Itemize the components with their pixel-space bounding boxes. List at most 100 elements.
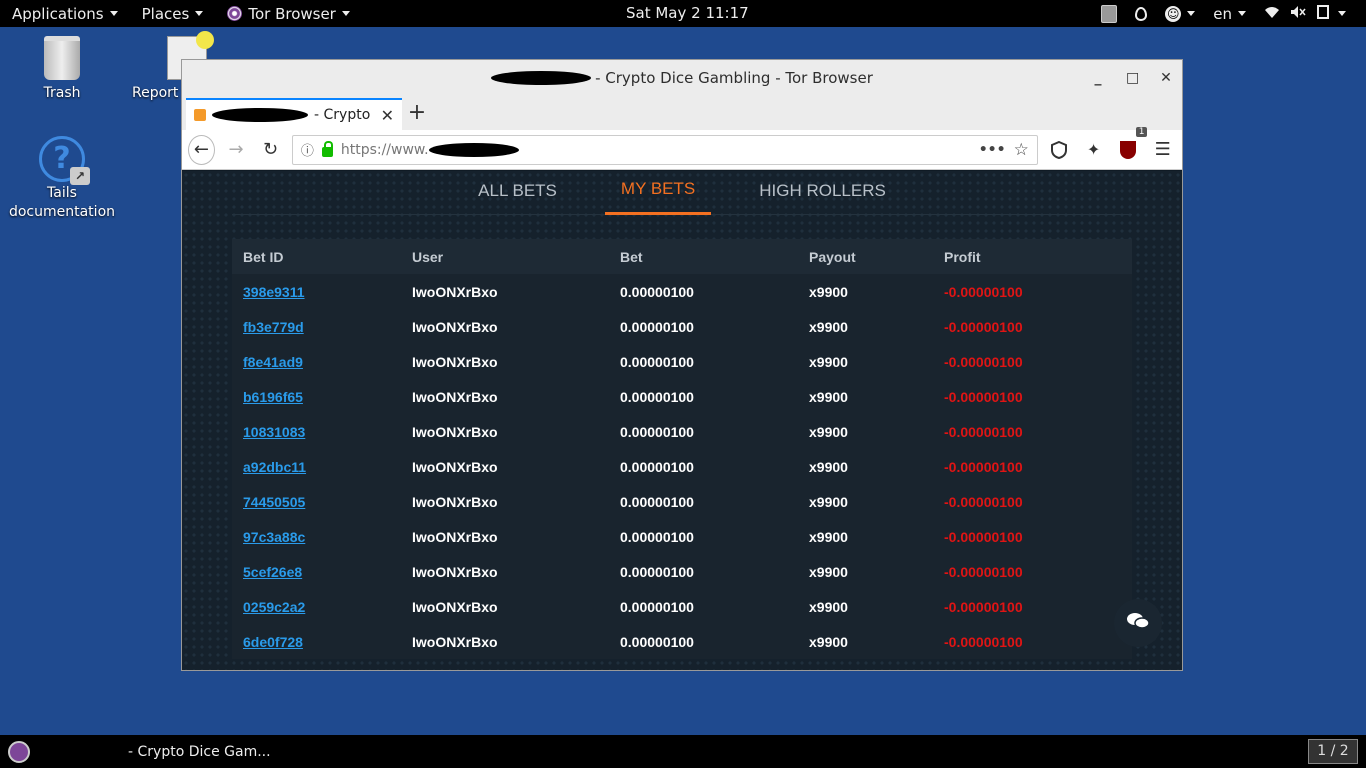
url-text: https://www. xyxy=(340,141,429,158)
payout-cell: x9900 xyxy=(809,598,848,615)
tab-all-bets[interactable]: ALL BETS xyxy=(462,171,573,215)
security-level-button[interactable] xyxy=(1046,135,1073,165)
header-bet: Bet xyxy=(609,239,798,274)
taskbar-window-button[interactable]: - Crypto Dice Gam... xyxy=(128,744,271,760)
user-cell: IwoONXrBxo xyxy=(412,388,498,405)
window-titlebar[interactable]: - Crypto Dice Gambling - Tor Browser _ □… xyxy=(182,60,1182,96)
tor-status-icon[interactable] xyxy=(1135,6,1148,21)
bet-amount-cell: 0.00000100 xyxy=(620,318,694,335)
places-label: Places xyxy=(141,4,190,23)
header-user: User xyxy=(401,239,609,274)
wifi-icon xyxy=(1264,5,1280,23)
tab-my-bets[interactable]: MY BETS xyxy=(604,171,712,215)
ublock-button[interactable]: 1 xyxy=(1115,126,1148,165)
reload-button[interactable]: ↻ xyxy=(257,135,284,165)
accessibility-menu[interactable]: ☺ xyxy=(1165,5,1196,22)
chevron-down-icon xyxy=(195,11,204,16)
bet-amount-cell: 0.00000100 xyxy=(620,528,694,545)
user-cell: IwoONXrBxo xyxy=(412,598,498,615)
url-bar[interactable]: ⓘ https://www. ••• ☆ xyxy=(291,134,1038,165)
bet-id-link[interactable]: a92dbc11 xyxy=(232,449,401,484)
desktop-tails-documentation[interactable]: ? ↗ Tails documentation xyxy=(7,136,117,222)
chat-bubbles-icon xyxy=(1127,611,1150,635)
trash-icon xyxy=(44,36,80,80)
bets-table: Bet ID User Bet Payout Profit 398e9311 Iw… xyxy=(232,239,1132,659)
browser-tab[interactable]: - Crypto D ✕ xyxy=(186,98,402,130)
favicon-icon xyxy=(194,109,206,121)
menu-button[interactable]: ☰ xyxy=(1149,135,1176,165)
bet-id-link[interactable]: fb3e779d xyxy=(232,309,401,344)
clock[interactable]: Sat May 2 11:17 xyxy=(626,4,749,22)
profit-cell: -0.00000100 xyxy=(944,353,1023,370)
info-icon[interactable]: ⓘ xyxy=(301,140,314,159)
payout-cell: x9900 xyxy=(809,633,848,650)
maximize-button[interactable]: □ xyxy=(1126,70,1139,86)
table-row: 398e9311 IwoONXrBxo 0.00000100 x9900 -0.0000… xyxy=(232,274,1132,309)
close-button[interactable]: ✕ xyxy=(1160,70,1172,86)
table-row: 6de0f728 IwoONXrBxo 0.00000100 x9900 -0.0000… xyxy=(232,624,1132,659)
ublock-badge: 1 xyxy=(1135,126,1148,137)
bet-id-link[interactable]: 10831083 xyxy=(232,414,401,449)
tor-browser-window: - Crypto Dice Gambling - Tor Browser _ □… xyxy=(181,59,1183,671)
user-cell: IwoONXrBxo xyxy=(412,633,498,650)
back-button[interactable]: ← xyxy=(188,134,215,165)
applications-label: Applications xyxy=(12,4,104,23)
bet-amount-cell: 0.00000100 xyxy=(620,458,694,475)
profit-cell: -0.00000100 xyxy=(944,458,1023,475)
bet-amount-cell: 0.00000100 xyxy=(620,388,694,405)
profit-cell: -0.00000100 xyxy=(944,493,1023,510)
profit-cell: -0.00000100 xyxy=(944,563,1023,580)
tab-high-rollers[interactable]: HIGH ROLLERS xyxy=(743,171,902,215)
desktop-trash[interactable]: Trash xyxy=(7,36,117,103)
system-menu[interactable] xyxy=(1264,4,1346,24)
table-row: b6196f65 IwoONXrBxo 0.00000100 x9900 -0.0000… xyxy=(232,379,1132,414)
bookmark-star-icon[interactable]: ☆ xyxy=(1014,140,1029,160)
bet-id-link[interactable]: 74450505 xyxy=(232,484,401,519)
page-actions-icon[interactable]: ••• xyxy=(979,142,1006,158)
table-row: 97c3a88c IwoONXrBxo 0.00000100 x9900 -0.0000… xyxy=(232,519,1132,554)
table-row: fb3e779d IwoONXrBxo 0.00000100 x9900 -0.0000… xyxy=(232,309,1132,344)
taskbar: - Crypto Dice Gam... 1 / 2 xyxy=(0,735,1366,768)
volume-muted-icon xyxy=(1290,5,1306,23)
tor-browser-menu[interactable]: Tor Browser xyxy=(215,0,362,27)
chat-button[interactable] xyxy=(1114,599,1162,647)
bet-id-link[interactable]: 0259c2a2 xyxy=(232,589,401,624)
clipboard-icon[interactable] xyxy=(1101,4,1118,23)
header-bet-id: Bet ID xyxy=(232,239,401,274)
bet-id-link[interactable]: 398e9311 xyxy=(232,274,401,309)
bet-id-link[interactable]: f8e41ad9 xyxy=(232,344,401,379)
user-cell: IwoONXrBxo xyxy=(412,353,498,370)
payout-cell: x9900 xyxy=(809,423,848,440)
new-identity-button[interactable]: ✦ xyxy=(1080,135,1107,165)
applications-menu[interactable]: Applications xyxy=(0,0,130,27)
user-cell: IwoONXrBxo xyxy=(412,563,498,580)
bet-id-link[interactable]: 97c3a88c xyxy=(232,519,401,554)
hamburger-icon: ☰ xyxy=(1154,139,1171,160)
broom-icon: ✦ xyxy=(1086,140,1101,159)
shortcut-arrow-icon: ↗ xyxy=(70,167,90,185)
navigation-bar: ← → ↻ ⓘ https://www. ••• ☆ ✦ 1 ☰ xyxy=(182,126,1182,170)
docs-label-line2: documentation xyxy=(8,204,116,220)
user-cell: IwoONXrBxo xyxy=(412,528,498,545)
tab-title: - Crypto D xyxy=(314,107,375,123)
tab-bar: - Crypto D ✕ + xyxy=(182,96,1182,130)
payout-cell: x9900 xyxy=(809,493,848,510)
new-tab-button[interactable]: + xyxy=(402,98,432,130)
workspace-switcher[interactable]: 1 / 2 xyxy=(1308,739,1358,764)
tab-close-icon[interactable]: ✕ xyxy=(381,106,394,125)
language-menu[interactable]: en xyxy=(1213,5,1246,23)
bet-id-link[interactable]: b6196f65 xyxy=(232,379,401,414)
chevron-down-icon xyxy=(1187,11,1196,16)
minimize-button[interactable]: _ xyxy=(1092,70,1104,86)
user-cell: IwoONXrBxo xyxy=(412,283,498,300)
places-menu[interactable]: Places xyxy=(130,0,216,27)
forward-button[interactable]: → xyxy=(223,135,250,165)
chevron-down-icon xyxy=(109,11,118,16)
bet-amount-cell: 0.00000100 xyxy=(620,423,694,440)
bet-id-link[interactable]: 5cef26e8 xyxy=(232,554,401,589)
lock-icon xyxy=(321,140,333,157)
bet-id-link[interactable]: 6de0f728 xyxy=(232,624,401,659)
table-row: 10831083 IwoONXrBxo 0.00000100 x9900 -0.0000… xyxy=(232,414,1132,449)
chevron-down-icon xyxy=(1338,11,1346,16)
shield-icon xyxy=(1051,140,1068,159)
